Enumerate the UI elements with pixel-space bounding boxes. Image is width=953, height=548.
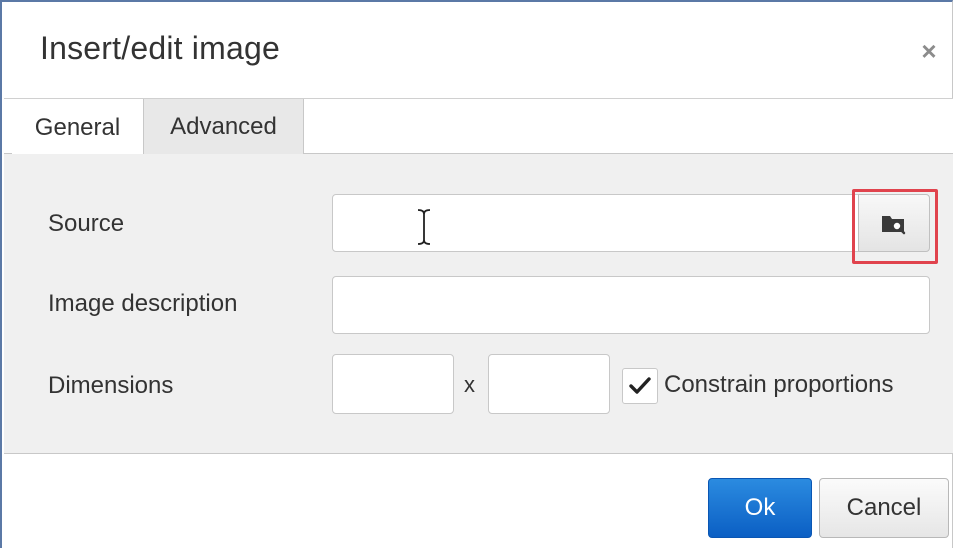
constrain-label: Constrain proportions xyxy=(664,371,894,398)
ok-button[interactable]: Ok xyxy=(708,478,812,538)
source-input[interactable] xyxy=(332,194,860,252)
folder-search-icon xyxy=(882,216,906,235)
insert-image-dialog: Insert/edit image × General Advanced Sou… xyxy=(0,0,953,548)
width-input[interactable] xyxy=(332,354,454,414)
checkmark-icon xyxy=(629,377,651,394)
description-input[interactable] xyxy=(332,276,930,334)
cancel-button[interactable]: Cancel xyxy=(819,478,949,538)
dialog-title: Insert/edit image xyxy=(40,30,280,66)
close-icon[interactable]: × xyxy=(916,36,942,66)
tab-general[interactable]: General xyxy=(12,99,144,156)
tab-advanced[interactable]: Advanced xyxy=(144,99,304,155)
source-label: Source xyxy=(48,210,125,237)
height-input[interactable] xyxy=(488,354,610,414)
constrain-checkbox[interactable] xyxy=(622,368,658,404)
dimensions-separator: x xyxy=(464,372,475,397)
description-label: Image description xyxy=(48,290,238,317)
tab-bar: General Advanced xyxy=(4,98,953,156)
dimensions-label: Dimensions xyxy=(48,372,174,399)
browse-button[interactable] xyxy=(858,194,930,252)
